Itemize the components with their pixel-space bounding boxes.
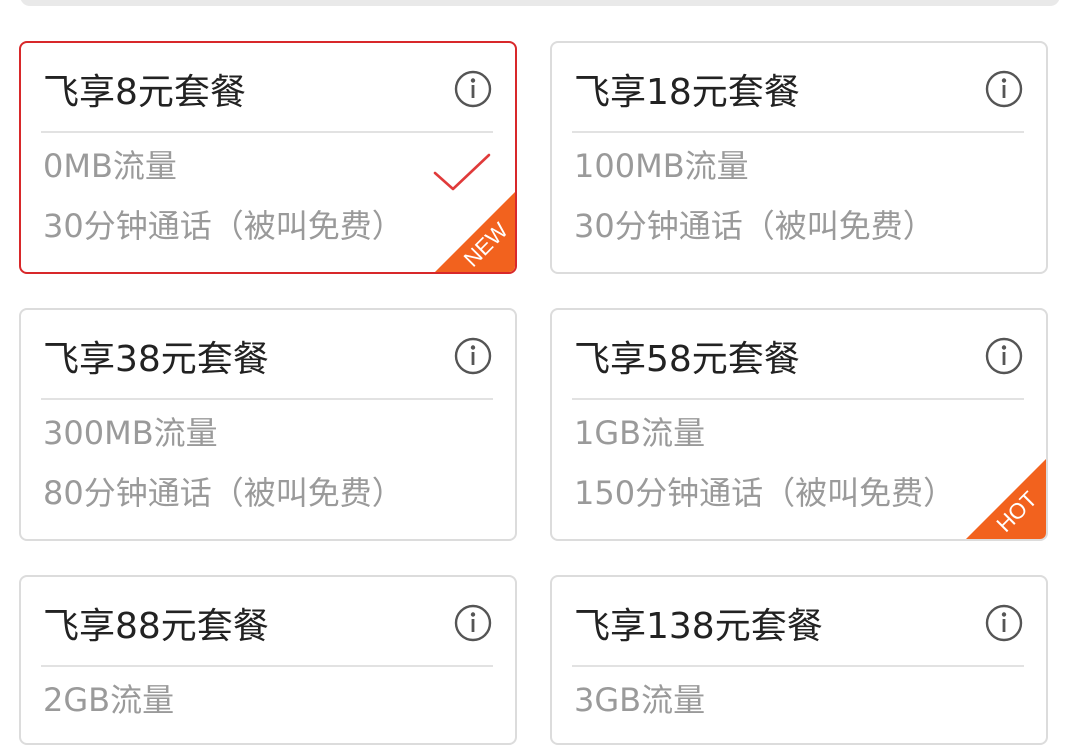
plan-card-58[interactable]: 飞享58元套餐 1GB流量 150分钟通话（被叫免费） HOT <box>550 308 1048 541</box>
divider <box>41 131 493 133</box>
plan-data-allowance: 300MB流量 <box>43 414 218 452</box>
info-icon[interactable] <box>453 603 493 643</box>
plan-call-minutes: 30分钟通话（被叫免费） <box>574 207 935 245</box>
check-icon <box>433 153 491 191</box>
top-panel-edge <box>20 0 1060 6</box>
plan-title: 飞享138元套餐 <box>574 606 823 647</box>
plan-data-allowance: 0MB流量 <box>43 147 177 185</box>
plan-call-minutes: 150分钟通话（被叫免费） <box>574 474 956 512</box>
hot-badge: HOT <box>966 459 1046 539</box>
info-icon[interactable] <box>453 336 493 376</box>
plan-card-8[interactable]: 飞享8元套餐 0MB流量 30分钟通话（被叫免费） NEW <box>19 41 517 274</box>
info-icon[interactable] <box>984 336 1024 376</box>
divider <box>41 398 493 400</box>
divider <box>572 131 1024 133</box>
plan-title: 飞享88元套餐 <box>43 606 269 647</box>
plan-card-88[interactable]: 飞享88元套餐 2GB流量 <box>19 575 517 745</box>
plan-title: 飞享58元套餐 <box>574 339 800 380</box>
plan-title: 飞享18元套餐 <box>574 72 800 113</box>
plan-call-minutes: 30分钟通话（被叫免费） <box>43 207 404 245</box>
plan-data-allowance: 1GB流量 <box>574 414 706 452</box>
info-icon[interactable] <box>984 69 1024 109</box>
plan-call-minutes: 80分钟通话（被叫免费） <box>43 474 404 512</box>
info-icon[interactable] <box>984 603 1024 643</box>
divider <box>572 398 1024 400</box>
plan-data-allowance: 100MB流量 <box>574 147 749 185</box>
new-badge: NEW <box>435 192 515 272</box>
info-icon[interactable] <box>453 69 493 109</box>
plan-data-allowance: 2GB流量 <box>43 681 175 719</box>
plan-data-allowance: 3GB流量 <box>574 681 706 719</box>
plan-card-18[interactable]: 飞享18元套餐 100MB流量 30分钟通话（被叫免费） <box>550 41 1048 274</box>
plan-title: 飞享38元套餐 <box>43 339 269 380</box>
plan-card-38[interactable]: 飞享38元套餐 300MB流量 80分钟通话（被叫免费） <box>19 308 517 541</box>
divider <box>572 665 1024 667</box>
plan-title: 飞享8元套餐 <box>43 72 246 113</box>
divider <box>41 665 493 667</box>
plan-card-138[interactable]: 飞享138元套餐 3GB流量 <box>550 575 1048 745</box>
